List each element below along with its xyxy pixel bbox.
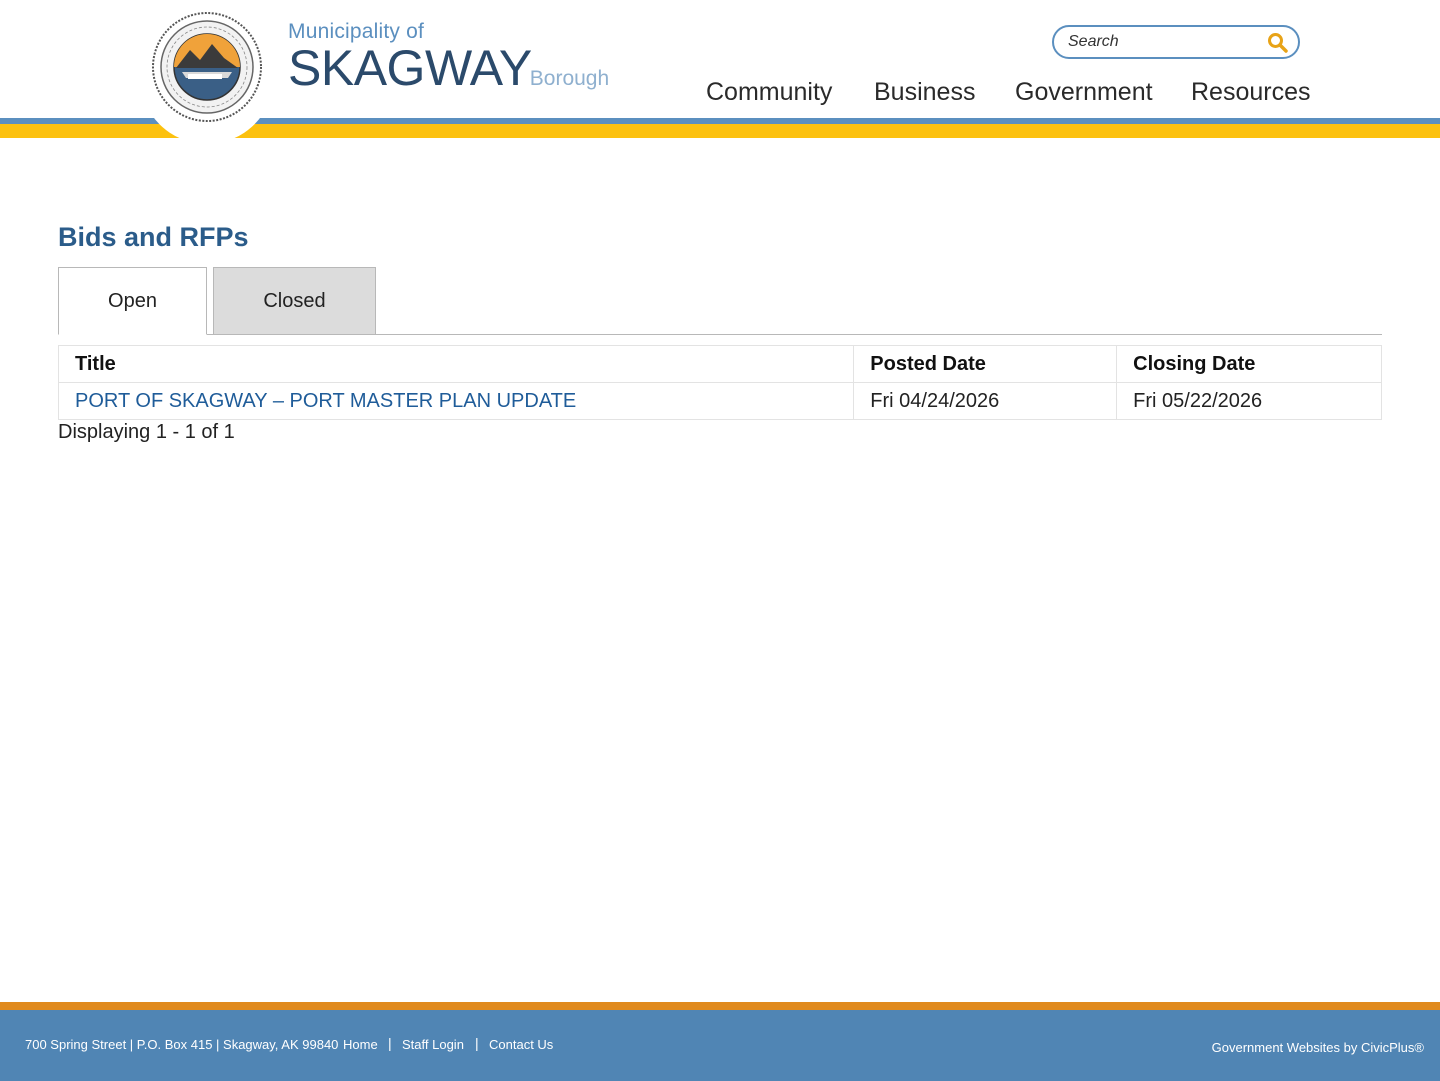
nav-item-business[interactable]: Business: [874, 78, 975, 107]
search-input[interactable]: [1068, 32, 1258, 52]
nav-item-government[interactable]: Government: [1015, 78, 1153, 107]
footer-link-home[interactable]: Home: [343, 1037, 378, 1052]
tab-closed[interactable]: Closed: [213, 267, 376, 335]
table-header-row: Title Posted Date Closing Date: [57, 345, 1382, 383]
bid-title-cell: PORT OF SKAGWAY – PORT MASTER PLAN UPDAT…: [57, 382, 855, 420]
footer-separator: |: [475, 1035, 479, 1051]
table-row: PORT OF SKAGWAY – PORT MASTER PLAN UPDAT…: [57, 382, 1382, 420]
column-header-title[interactable]: Title: [57, 345, 855, 383]
main-nav: Community Business Government Resources: [0, 78, 1440, 112]
footer-link-staff-login[interactable]: Staff Login: [402, 1037, 464, 1052]
footer-separator: |: [388, 1035, 392, 1051]
column-header-closing-date[interactable]: Closing Date: [1116, 345, 1382, 383]
site-header: Municipality of SKAGWAYBorough Community…: [0, 0, 1440, 144]
search-box: [1052, 25, 1300, 59]
results-count: Displaying 1 - 1 of 1: [58, 421, 235, 443]
footer-address: 700 Spring Street | P.O. Box 415 | Skagw…: [25, 1037, 339, 1052]
footer-link-contact-us[interactable]: Contact Us: [489, 1037, 553, 1052]
page-title: Bids and RFPs: [58, 222, 249, 252]
closing-date-cell: Fri 05/22/2026: [1116, 382, 1382, 420]
nav-item-resources[interactable]: Resources: [1191, 78, 1311, 107]
nav-item-community[interactable]: Community: [706, 78, 832, 107]
search-button[interactable]: [1266, 31, 1290, 55]
footer-credit-link[interactable]: Government Websites by CivicPlus®: [1212, 1040, 1424, 1055]
footer-stripe-orange: [0, 1002, 1440, 1010]
bid-title-link[interactable]: PORT OF SKAGWAY – PORT MASTER PLAN UPDAT…: [75, 390, 576, 412]
column-header-posted-date[interactable]: Posted Date: [853, 345, 1118, 383]
magnifier-icon: [1268, 33, 1288, 53]
bids-table: Title Posted Date Closing Date PORT OF S…: [57, 345, 1382, 420]
tab-open[interactable]: Open: [58, 267, 207, 335]
posted-date-cell: Fri 04/24/2026: [853, 382, 1118, 420]
site-footer: 700 Spring Street | P.O. Box 415 | Skagw…: [0, 1010, 1440, 1081]
